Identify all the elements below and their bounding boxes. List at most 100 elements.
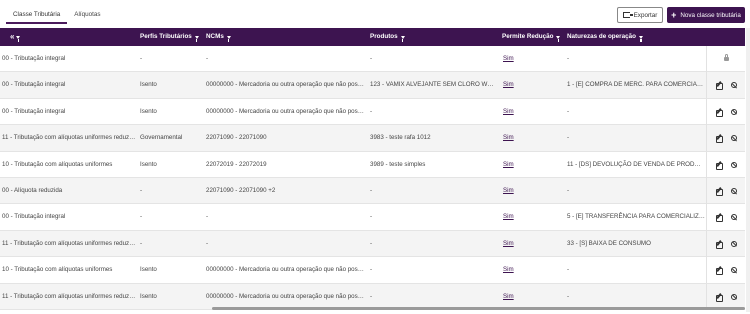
column-label-reducao: Permite Redução [502,33,554,40]
permite-reducao-link[interactable]: Sim [503,81,514,88]
new-tax-class-label: Nova classe tributária [680,11,741,19]
cell-perfil: Isento [140,107,157,115]
cell-perfil: Isento [140,81,157,89]
row-actions [706,257,745,284]
filter-icon[interactable] [16,36,21,42]
cell-ncm: 00000000 - Mercadoria ou outra operação … [206,81,364,89]
disable-icon[interactable] [731,293,737,300]
column-header-perfis[interactable]: Perfis Tributários [140,28,199,46]
export-icon [622,12,633,18]
cell-classe: 00 - Tributação integral [2,81,66,89]
cell-produto: 123 - VAMIX ALVEJANTE SEM CLORO WHITE 5L [370,81,498,89]
cell-ncm: 22072019 - 22072019 [206,160,267,168]
column-header-classe[interactable]: « [10,28,21,46]
permite-reducao-link[interactable]: Sim [503,108,514,115]
cell-permite-reducao: Sim [503,125,563,151]
cell-classe: 10 - Tributação com alíquotas uniformes [2,160,113,168]
cell-produto: - [370,55,373,62]
cell-natureza: 1 - [E] COMPRA DE MERC. PARA COMERCIALIZ… [567,81,705,89]
filter-icon[interactable] [556,36,561,42]
collapse-column-icon[interactable]: « [10,28,15,46]
column-label-produtos: Produtos [370,33,398,40]
disable-icon[interactable] [731,82,737,89]
edit-icon[interactable] [716,162,723,170]
tab-classe-tributaria[interactable]: Classe Tributária [6,6,68,24]
vertical-scrollbar[interactable] [746,28,750,312]
table-row[interactable]: 00 - Tributação integral Isento 00000000 -… [0,98,745,126]
column-header-produtos[interactable]: Produtos [370,28,405,46]
table-row[interactable]: 00 - Tributação integral - - - Sim - [0,46,745,73]
cell-permite-reducao: Sim [503,72,563,98]
cell-natureza: - [567,134,570,142]
edit-icon[interactable] [716,241,723,249]
cell-ncm: - [206,55,209,62]
cell-classe: 11 - Tributação com alíquotas uniformes … [2,239,136,247]
table-row[interactable]: 10 - Tributação com alíquotas uniformes I… [0,257,745,284]
horizontal-scrollbar[interactable] [0,306,745,310]
permite-reducao-link[interactable]: Sim [503,266,514,273]
permite-reducao-link[interactable]: Sim [503,293,514,300]
cell-perfil: - [140,239,143,247]
filter-icon[interactable] [194,36,199,42]
column-header-naturezas[interactable]: Naturezas de operação [567,28,643,46]
cell-ncm: 00000000 - Mercadoria ou outra operação … [206,107,364,115]
cell-natureza: 33 - [S] BAIXA DE CONSUMO [567,239,651,247]
column-label-naturezas: Naturezas de operação [567,33,636,40]
row-actions [706,72,745,99]
cell-produto: - [370,266,373,274]
permite-reducao-link[interactable]: Sim [503,240,514,247]
new-tax-class-button[interactable]: + Nova classe tributária [667,7,745,23]
horizontal-scroll-thumb[interactable] [212,307,745,310]
disable-icon[interactable] [731,188,737,194]
table-row[interactable]: 00 - Tributação integral Isento 00000000 -… [0,72,745,99]
edit-icon[interactable] [716,294,723,302]
row-actions [706,125,745,152]
permite-reducao-link[interactable]: Sim [503,213,514,220]
cell-natureza: 5 - [E] TRANSFERÊNCIA PARA COMERCIALIZAÇ… [567,213,705,221]
tax-class-table: « Perfis Tributários NCMs Produtos Permi… [0,28,745,312]
disable-icon[interactable] [731,267,737,274]
cell-natureza: - [567,55,570,62]
cell-classe: 00 - Tributação integral [2,213,66,221]
filter-icon[interactable] [638,36,643,42]
disable-icon[interactable] [731,135,737,142]
table-row[interactable]: 11 - Tributação com alíquotas uniformes … [0,125,745,152]
table-header: « Perfis Tributários NCMs Produtos Permi… [0,28,745,46]
edit-icon[interactable] [716,267,723,276]
permite-reducao-link[interactable]: Sim [503,134,514,141]
column-label-ncms: NCMs [206,33,224,40]
cell-produto: - [370,239,373,247]
cell-classe: 00 - Alíquota reduzida [2,187,63,194]
table-row[interactable]: 00 - Alíquota reduzida - 22071090 - 220710… [0,178,745,205]
plus-icon: + [671,9,677,20]
disable-icon[interactable] [731,161,737,168]
table-row[interactable]: 10 - Tributação com alíquotas uniformes I… [0,151,745,178]
cell-permite-reducao: Sim [503,204,563,230]
permite-reducao-link[interactable]: Sim [503,187,514,194]
disable-icon[interactable] [731,240,737,247]
tab-aliquotas[interactable]: Alíquotas [67,6,107,24]
edit-icon[interactable] [716,214,723,223]
cell-ncm: - [206,213,209,221]
table-row[interactable]: 00 - Tributação integral - - - Sim 5 - [E] TR… [0,204,745,231]
edit-icon[interactable] [716,188,723,196]
column-header-ncms[interactable]: NCMs [206,28,231,46]
filter-icon[interactable] [226,36,231,42]
cell-permite-reducao: Sim [503,46,563,72]
row-actions [706,230,745,257]
cell-perfil: - [140,187,143,194]
table-row[interactable]: 11 - Tributação com alíquotas uniformes … [0,230,745,258]
edit-icon[interactable] [716,109,723,117]
export-button[interactable]: Exportar [617,7,663,23]
edit-icon[interactable] [716,82,723,91]
column-label-perfis: Perfis Tributários [140,33,192,40]
disable-icon[interactable] [731,108,737,115]
column-header-reducao[interactable]: Permite Redução [502,28,561,46]
filter-icon[interactable] [400,36,405,42]
edit-icon[interactable] [716,135,723,144]
cell-natureza: - [567,107,570,115]
permite-reducao-link[interactable]: Sim [503,55,514,62]
disable-icon[interactable] [731,214,737,221]
row-actions [706,204,745,231]
permite-reducao-link[interactable]: Sim [503,161,514,168]
